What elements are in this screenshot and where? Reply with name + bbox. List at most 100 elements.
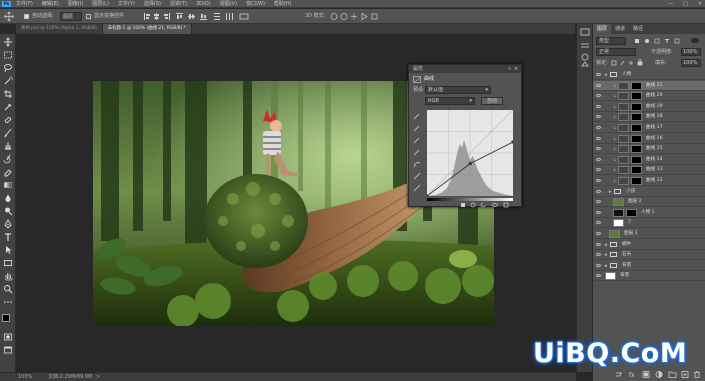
layer-mask-thumbnail[interactable]: [631, 113, 642, 122]
show-transform-checkbox[interactable]: [86, 14, 91, 19]
eye-icon[interactable]: [596, 157, 601, 161]
zoom-level[interactable]: 100%: [18, 374, 32, 381]
layer-row[interactable]: 图层 1: [593, 229, 705, 239]
layer-row[interactable]: ↓ 曲线 21: [593, 80, 705, 91]
preset-dropdown[interactable]: 默认值 ▾: [425, 86, 491, 94]
expand-arrow-icon[interactable]: ▸: [605, 251, 608, 259]
screen-mode-icon[interactable]: [3, 345, 13, 355]
layer-mask-thumbnail[interactable]: [631, 155, 642, 164]
eye-icon[interactable]: [596, 73, 601, 76]
menu-image[interactable]: 图像(I): [68, 0, 83, 8]
lock-icons[interactable]: [611, 59, 649, 67]
expand-arrow-icon[interactable]: ▸: [605, 262, 608, 270]
menu-layer[interactable]: 图层(L): [92, 0, 109, 8]
panel-collapse-icon[interactable]: «: [508, 65, 511, 73]
menu-file[interactable]: 文件(F): [16, 0, 33, 8]
maximize-button[interactable]: □: [683, 0, 688, 8]
properties-footer-icons[interactable]: [459, 202, 517, 208]
curves-tool-icons[interactable]: [413, 113, 421, 198]
menu-window[interactable]: 窗口(W): [246, 0, 265, 8]
fill-input[interactable]: 100%: [681, 59, 701, 67]
layer-row[interactable]: ▸ 蜗牛: [593, 240, 705, 250]
menu-help[interactable]: 帮助(H): [274, 0, 292, 8]
expand-arrow-icon[interactable]: ▸: [609, 188, 612, 196]
auto-select-checkbox[interactable]: [24, 14, 29, 19]
hand-icon[interactable]: [3, 271, 13, 281]
eye-icon[interactable]: [596, 179, 601, 182]
layer-mask-thumbnail[interactable]: [631, 134, 642, 143]
layer-row[interactable]: 人物 1: [593, 208, 705, 218]
eye-icon[interactable]: [596, 221, 601, 225]
layer-row[interactable]: ↓ 曲线 16: [593, 134, 705, 144]
eye-icon[interactable]: [596, 263, 601, 267]
eye-icon[interactable]: [596, 104, 601, 108]
eye-icon[interactable]: [596, 200, 601, 204]
eye-icon[interactable]: [596, 210, 601, 214]
eye-icon[interactable]: [596, 168, 601, 172]
layer-mask-thumbnail[interactable]: [631, 124, 642, 132]
curve-point[interactable]: [468, 162, 472, 166]
layer-row[interactable]: 图层 2: [593, 197, 705, 208]
healing-brush-icon[interactable]: [3, 115, 13, 125]
lasso-icon[interactable]: [3, 63, 13, 73]
layer-mask-thumbnail[interactable]: [631, 145, 642, 154]
minimize-button[interactable]: —: [668, 0, 673, 8]
more-tools-icon[interactable]: [3, 297, 13, 307]
layer-row[interactable]: ↓ 曲线 13: [593, 165, 705, 176]
curves-graph[interactable]: [427, 110, 513, 196]
close-button[interactable]: ✕: [698, 0, 702, 8]
tab-doc-1[interactable]: 素材.psd @ 100% (Alpha 1, RGB/8): [16, 24, 103, 34]
pen-icon[interactable]: [3, 219, 13, 229]
tab-doc-2[interactable]: 未标题-1 @ 100% (曲线 21, RGB/8) *: [102, 24, 192, 34]
layer-row[interactable]: ↓ 曲线 19: [593, 102, 705, 112]
clone-stamp-icon[interactable]: [3, 141, 13, 151]
eyedropper-icon[interactable]: [3, 102, 13, 112]
layer-mask-thumbnail[interactable]: [631, 92, 642, 101]
eye-icon[interactable]: [596, 274, 601, 278]
layer-mask-thumbnail[interactable]: [631, 81, 642, 90]
auto-button[interactable]: 自动: [481, 97, 503, 105]
history-brush-icon[interactable]: [3, 154, 13, 164]
properties-header[interactable]: 属性: [409, 65, 521, 73]
eye-icon[interactable]: [596, 126, 601, 129]
layer-row[interactable]: ↓ 曲线 14: [593, 155, 705, 165]
auto-select-dropdown[interactable]: 图层: [60, 12, 82, 21]
layer-row[interactable]: ↓ 曲线 12: [593, 176, 705, 186]
eye-icon[interactable]: [596, 253, 601, 257]
layer-row[interactable]: ▸ 背景: [593, 261, 705, 271]
move-tool-icon[interactable]: [4, 12, 14, 21]
layer-row[interactable]: 背景: [593, 271, 705, 282]
channel-dropdown[interactable]: RGB ▾: [425, 97, 475, 105]
opacity-input[interactable]: 100%: [681, 48, 701, 56]
foreground-color-swatch[interactable]: [2, 314, 10, 322]
blur-icon[interactable]: [3, 193, 13, 203]
marquee-icon[interactable]: [3, 50, 13, 60]
path-select-icon[interactable]: [3, 245, 13, 255]
eye-icon[interactable]: [596, 232, 601, 235]
eye-icon[interactable]: [596, 115, 601, 119]
layer-row[interactable]: 7: [593, 218, 705, 229]
eye-icon[interactable]: [596, 147, 601, 151]
crop-icon[interactable]: [3, 89, 13, 99]
type-icon[interactable]: [3, 232, 13, 242]
brush-icon[interactable]: [3, 128, 13, 138]
menu-view[interactable]: 视图(V): [220, 0, 237, 8]
layer-mask-thumbnail[interactable]: [631, 102, 642, 111]
dodge-icon[interactable]: [3, 206, 13, 216]
eraser-icon[interactable]: [3, 167, 13, 177]
layers-footer-icons[interactable]: fx: [613, 370, 703, 379]
gradient-icon[interactable]: [3, 180, 13, 190]
layer-row[interactable]: ↓ 曲线 15: [593, 144, 705, 155]
tab-channels[interactable]: 通道: [611, 24, 629, 34]
zoom-icon[interactable]: [3, 284, 13, 294]
layer-row[interactable]: ↓ 曲线 18: [593, 112, 705, 123]
layer-mask-thumbnail[interactable]: [631, 177, 642, 185]
rectangle-icon[interactable]: [3, 258, 13, 268]
panel-close-icon[interactable]: ×: [514, 65, 518, 73]
menu-edit[interactable]: 编辑(E): [42, 0, 59, 8]
layer-row[interactable]: ↓ 曲线 17: [593, 123, 705, 133]
menu-select[interactable]: 选择(S): [144, 0, 161, 8]
panel-dock-icons[interactable]: [580, 28, 590, 68]
layer-row[interactable]: ▸ 石头: [593, 250, 705, 261]
eye-icon[interactable]: [596, 136, 601, 140]
